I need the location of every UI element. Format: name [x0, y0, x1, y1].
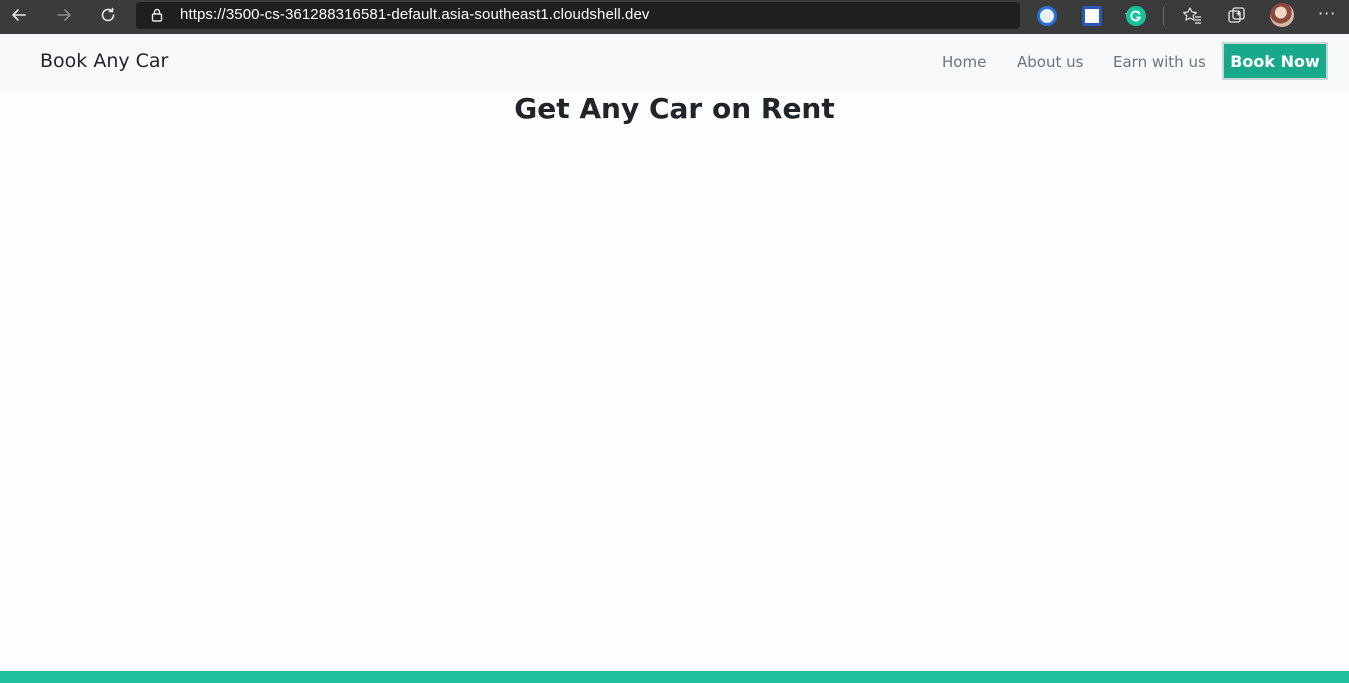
extension-icon[interactable]	[1126, 6, 1146, 26]
navbar: Book Any Car Home About us Earn with us …	[0, 34, 1349, 90]
nav-link-earn[interactable]: Earn with us	[1113, 53, 1206, 71]
address-bar[interactable]: https://3500-cs-361288316581-default.asi…	[136, 2, 1143, 29]
reload-button[interactable]	[97, 4, 119, 26]
browser-toolbar: https://3500-cs-361288316581-default.asi…	[0, 0, 1349, 34]
url-text: https://3500-cs-361288316581-default.asi…	[180, 6, 650, 23]
collections-icon[interactable]	[1227, 6, 1247, 26]
page-title: Get Any Car on Rent	[514, 92, 835, 125]
reload-icon	[101, 7, 115, 22]
brand-logo[interactable]: Book Any Car	[40, 50, 168, 72]
nav-link-about[interactable]: About us	[1017, 53, 1083, 71]
footer-bar	[0, 671, 1349, 683]
nav-link-home[interactable]: Home	[942, 53, 986, 71]
book-now-button[interactable]: Book Now	[1222, 42, 1328, 80]
lock-icon	[151, 8, 163, 22]
toolbar-divider	[1163, 7, 1164, 25]
back-icon	[12, 9, 26, 21]
forward-icon	[57, 9, 71, 21]
more-icon[interactable]: ···	[1318, 4, 1336, 23]
grammarly-icon	[1130, 10, 1142, 22]
extension-icon[interactable]	[1037, 6, 1057, 26]
extension-icon[interactable]	[1082, 6, 1102, 26]
favorites-icon[interactable]	[1182, 6, 1202, 26]
profile-avatar[interactable]	[1270, 3, 1294, 27]
back-button[interactable]	[8, 4, 30, 26]
forward-button[interactable]	[53, 4, 75, 26]
